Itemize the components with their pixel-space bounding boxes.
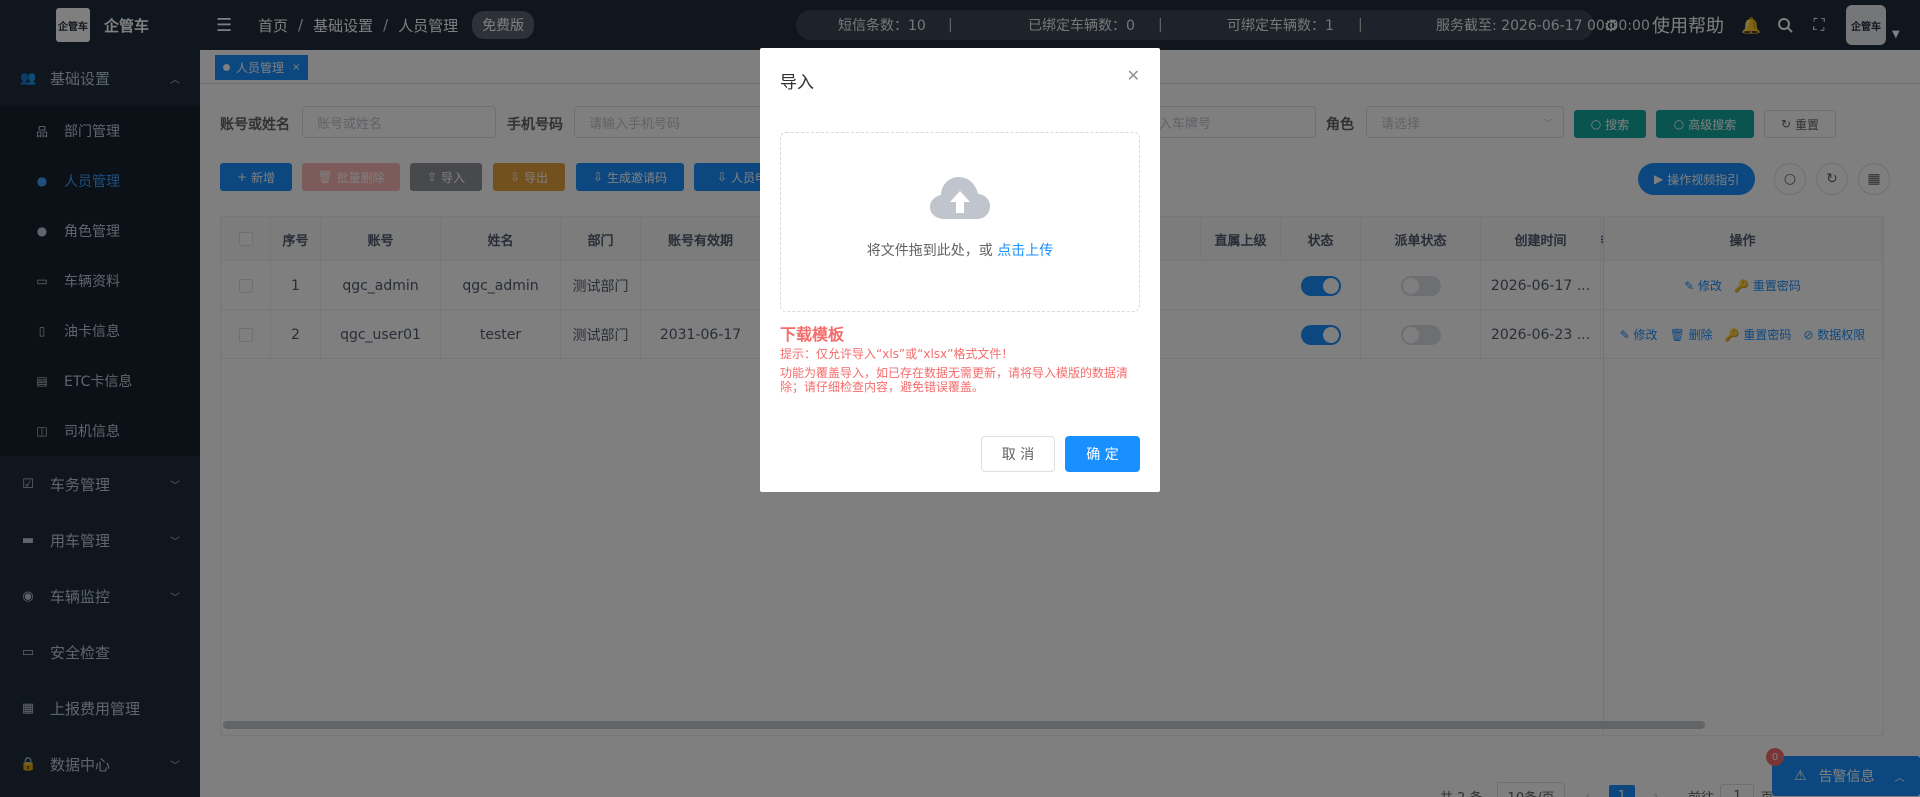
- close-icon[interactable]: ✕: [1127, 66, 1140, 85]
- download-template-link[interactable]: 下载模板: [780, 321, 844, 345]
- drop-hint: 将文件拖到此处，或: [866, 243, 993, 259]
- upload-dropzone[interactable]: 将文件拖到此处，或 点击上传: [780, 132, 1140, 312]
- format-tip: 提示：仅允许导入“xls”或“xlsx”格式文件！: [780, 347, 1014, 361]
- dialog-title: 导入: [780, 73, 814, 93]
- click-upload-link[interactable]: 点击上传: [997, 243, 1053, 259]
- cloud-upload-icon: [930, 177, 990, 219]
- import-dialog: 导入 ✕ 将文件拖到此处，或 点击上传 下载模板 提示：仅允许导入“xls”或“…: [760, 48, 1160, 492]
- cancel-button[interactable]: 取 消: [981, 436, 1055, 472]
- dropzone-text: 将文件拖到此处，或 点击上传: [781, 240, 1139, 260]
- overwrite-tip: 功能为覆盖导入，如已存在数据无需更新，请将导入模版的数据清除；请仔细检查内容，避…: [780, 366, 1129, 394]
- confirm-button[interactable]: 确 定: [1065, 436, 1140, 472]
